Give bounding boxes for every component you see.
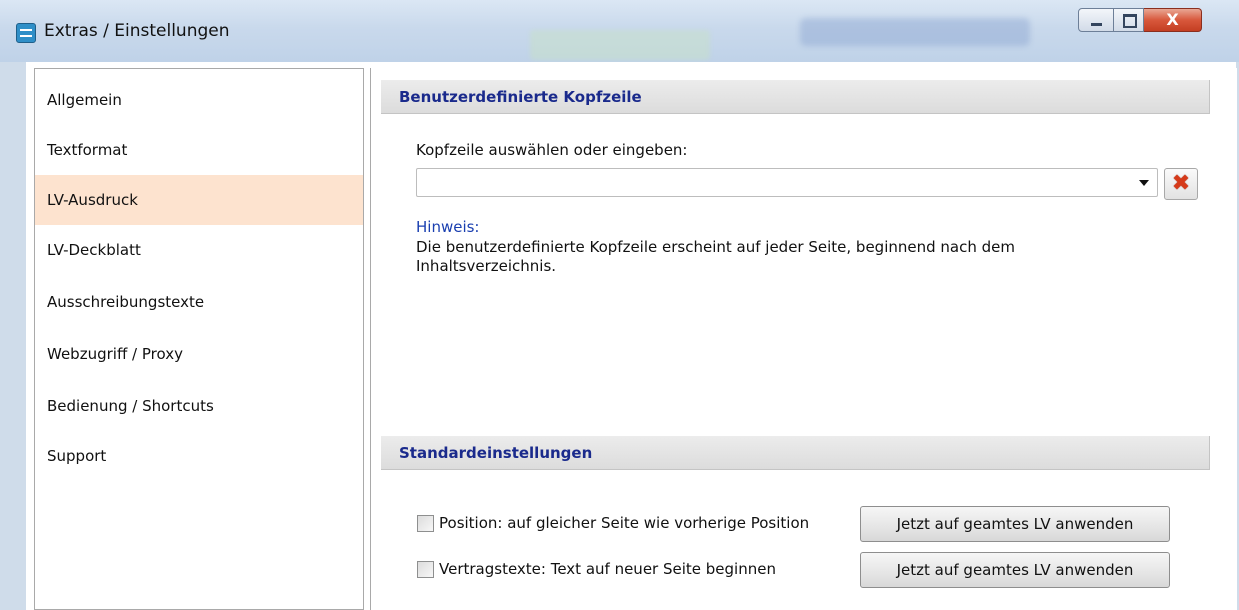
kopfzeile-field-label: Kopfzeile auswählen oder eingeben: [416, 141, 688, 159]
red-x-icon: ✖ [1171, 171, 1191, 196]
sidebar-item-webzugriff-proxy[interactable]: Webzugriff / Proxy [35, 329, 363, 379]
sidebar-item-allgemein[interactable]: Allgemein [35, 75, 363, 125]
close-icon: X [1166, 10, 1179, 29]
position-checkbox[interactable] [417, 515, 434, 532]
section-header-kopfzeile: Benutzerdefinierte Kopfzeile [381, 80, 1210, 114]
apply-vertragstexte-button[interactable]: Jetzt auf geamtes LV anwenden [860, 552, 1170, 588]
chevron-down-icon[interactable] [1139, 180, 1149, 186]
sidebar-item-bedienung-shortcuts[interactable]: Bedienung / Shortcuts [35, 381, 363, 431]
title-bar: Extras / Einstellungen X [0, 0, 1239, 62]
dialog-body: Allgemein Textformat LV-Ausdruck LV-Deck… [26, 62, 1237, 610]
background-blur [530, 30, 710, 60]
sidebar-item-lv-ausdruck[interactable]: LV-Ausdruck [35, 175, 363, 225]
background-blur [800, 18, 1030, 46]
position-option-label[interactable]: Position: auf gleicher Seite wie vorheri… [439, 514, 809, 532]
sidebar-item-lv-deckblatt[interactable]: LV-Deckblatt [35, 225, 363, 275]
sidebar-item-ausschreibungstexte[interactable]: Ausschreibungstexte [35, 277, 363, 327]
app-icon [16, 23, 36, 43]
settings-sidebar: Allgemein Textformat LV-Ausdruck LV-Deck… [34, 68, 364, 610]
maximize-button[interactable] [1114, 8, 1144, 32]
window-controls: X [1078, 8, 1202, 32]
maximize-icon [1123, 14, 1137, 28]
kopfzeile-combobox[interactable] [416, 168, 1158, 197]
minimize-icon [1091, 23, 1102, 26]
vertragstexte-checkbox[interactable] [417, 561, 434, 578]
sidebar-item-textformat[interactable]: Textformat [35, 125, 363, 175]
hint-text-line1: Die benutzerdefinierte Kopfzeile erschei… [416, 238, 1015, 256]
vertragstexte-option-label[interactable]: Vertragstexte: Text auf neuer Seite begi… [439, 560, 776, 578]
section-header-standardeinstellungen: Standardeinstellungen [381, 436, 1210, 470]
apply-position-button[interactable]: Jetzt auf geamtes LV anwenden [860, 506, 1170, 542]
hint-text-line2: Inhaltsverzeichnis. [416, 257, 557, 275]
minimize-button[interactable] [1078, 8, 1114, 32]
settings-content: Benutzerdefinierte Kopfzeile Kopfzeile a… [370, 68, 1237, 610]
hint-title: Hinweis: [416, 218, 480, 236]
clear-kopfzeile-button[interactable]: ✖ [1164, 168, 1198, 200]
sidebar-item-support[interactable]: Support [35, 431, 363, 481]
close-button[interactable]: X [1144, 8, 1202, 32]
window-title: Extras / Einstellungen [44, 21, 230, 41]
